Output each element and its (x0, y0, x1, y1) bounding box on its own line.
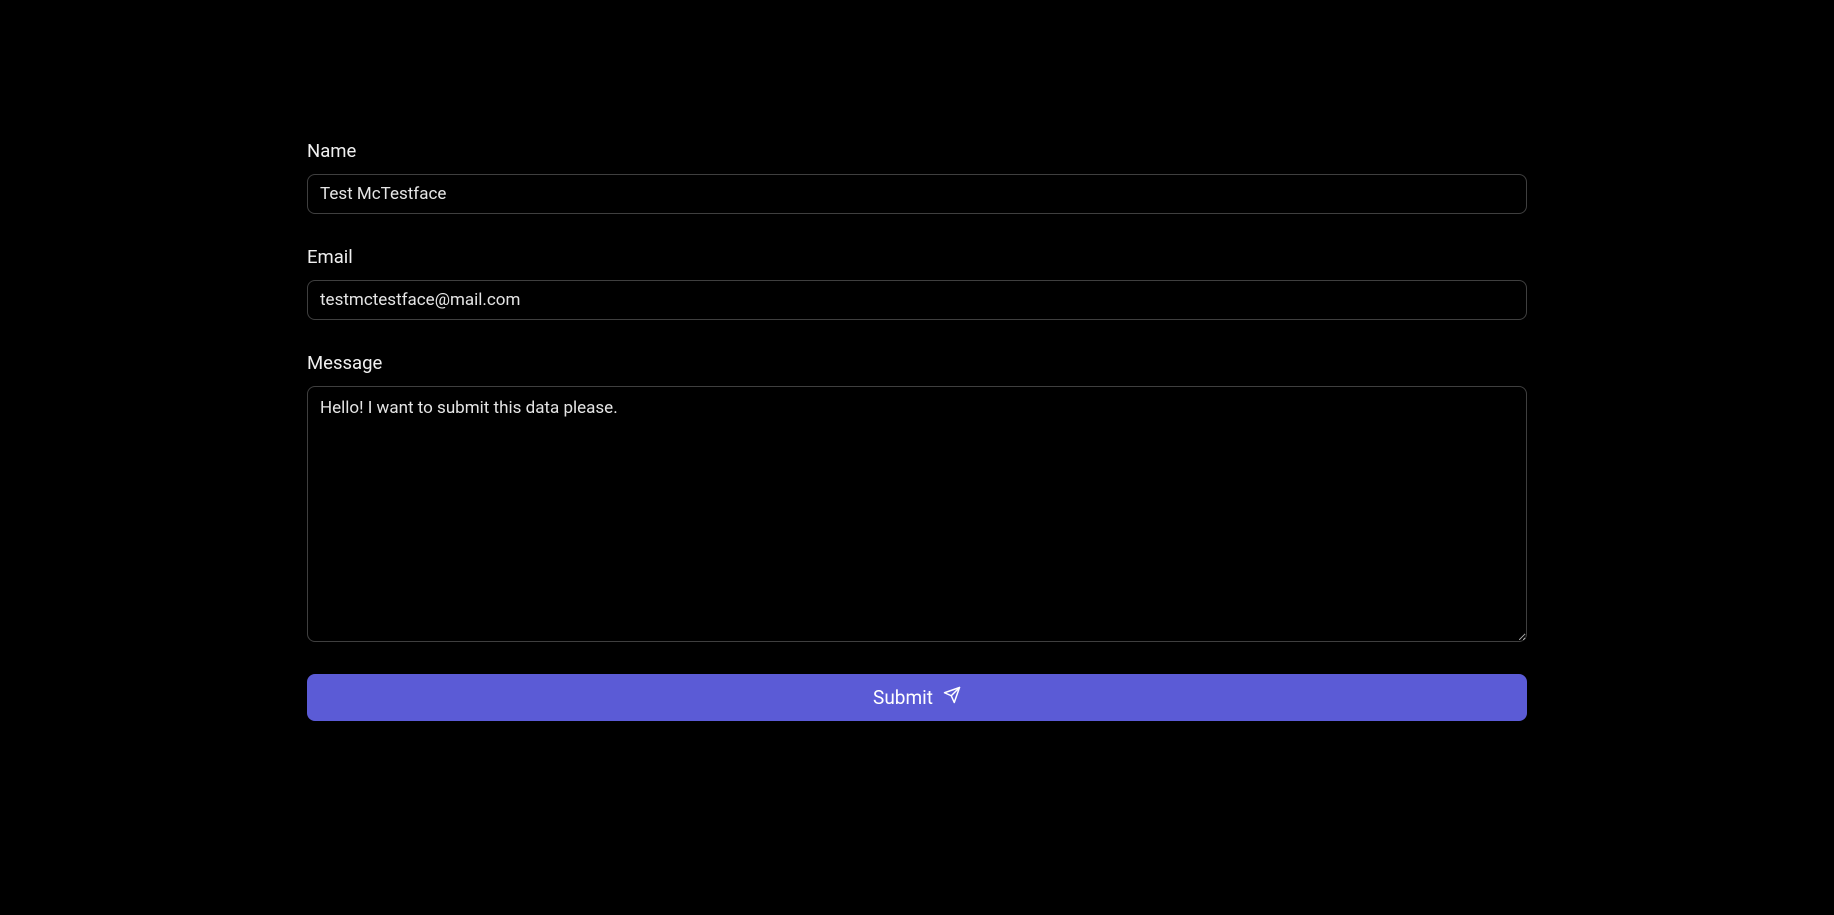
submit-button-label: Submit (873, 686, 933, 709)
name-input[interactable] (307, 174, 1527, 214)
message-field-group: Message (307, 352, 1527, 642)
send-icon (943, 686, 961, 709)
name-label: Name (307, 140, 1527, 162)
email-label: Email (307, 246, 1527, 268)
contact-form: Name Email Message Submit (307, 140, 1527, 721)
name-field-group: Name (307, 140, 1527, 214)
submit-button[interactable]: Submit (307, 674, 1527, 721)
message-textarea[interactable] (307, 386, 1527, 642)
message-label: Message (307, 352, 1527, 374)
email-field-group: Email (307, 246, 1527, 320)
email-input[interactable] (307, 280, 1527, 320)
